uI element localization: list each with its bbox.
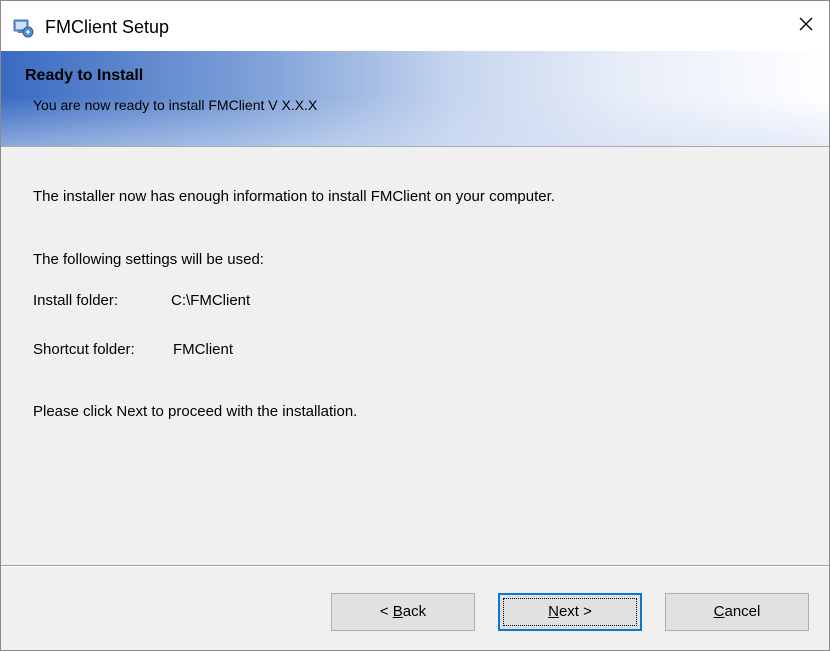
install-folder-value: C:\FMClient bbox=[171, 292, 251, 309]
instruction-text: Please click Next to proceed with the in… bbox=[33, 403, 358, 420]
back-button-label: ack bbox=[402, 603, 427, 620]
back-button-prefix: < bbox=[379, 603, 393, 620]
installer-package-icon bbox=[13, 18, 35, 38]
next-button[interactable]: Next > bbox=[498, 593, 642, 631]
window-title: FMClient Setup bbox=[45, 17, 170, 37]
focus-rectangle bbox=[503, 598, 637, 626]
content-area: The installer now has enough information… bbox=[1, 147, 829, 565]
banner-title: Ready to Install bbox=[25, 67, 144, 84]
shortcut-folder-label: Shortcut folder: bbox=[33, 341, 135, 358]
close-button[interactable] bbox=[783, 1, 829, 51]
cancel-button-mnemonic: C bbox=[713, 603, 725, 620]
back-button-mnemonic: B bbox=[392, 603, 403, 620]
header-banner: Ready to Install You are now ready to in… bbox=[1, 51, 829, 147]
shortcut-folder-value: FMClient bbox=[173, 341, 234, 358]
cancel-button[interactable]: Cancel bbox=[665, 593, 809, 631]
cancel-button-label: ancel bbox=[724, 603, 761, 620]
setup-window: FMClient Setup Ready to Install You are … bbox=[0, 0, 830, 651]
settings-intro-text: The following settings will be used: bbox=[33, 251, 264, 268]
banner-subtitle: You are now ready to install FMClient V … bbox=[33, 97, 318, 113]
back-button[interactable]: < Back bbox=[331, 593, 475, 631]
title-bar: FMClient Setup bbox=[1, 1, 829, 51]
intro-text: The installer now has enough information… bbox=[33, 188, 555, 205]
footer-divider-highlight bbox=[1, 566, 829, 567]
install-folder-label: Install folder: bbox=[33, 292, 119, 309]
close-icon bbox=[798, 16, 814, 37]
